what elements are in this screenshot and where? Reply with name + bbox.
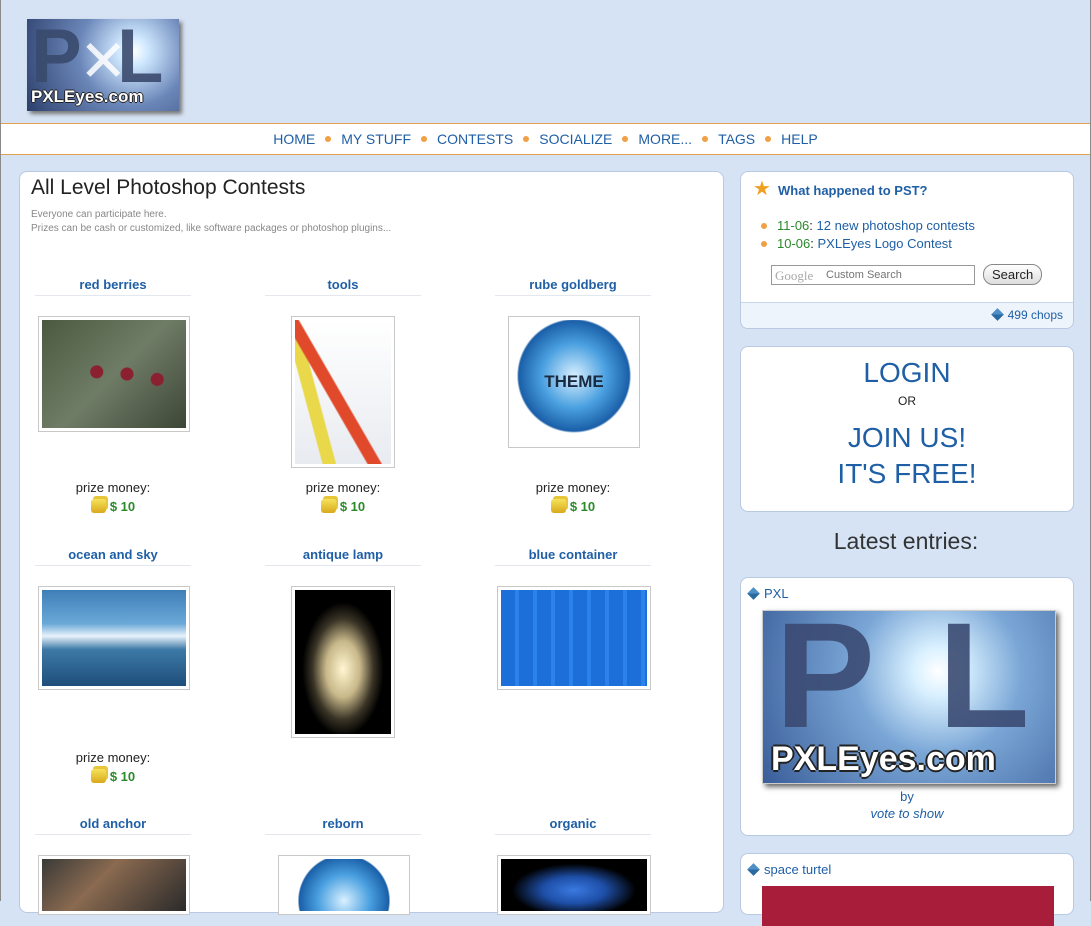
coins-icon bbox=[550, 499, 566, 513]
news-item: 11-06: 12 new photoshop contests bbox=[761, 217, 975, 235]
google-logo: Google bbox=[775, 267, 814, 283]
entry-image[interactable] bbox=[762, 886, 1054, 926]
pen-icon bbox=[747, 863, 760, 876]
news-link[interactable]: 12 new photoshop contests bbox=[817, 218, 975, 233]
pen-icon bbox=[990, 308, 1004, 321]
news-list: 11-06: 12 new photoshop contests 10-06: … bbox=[761, 217, 975, 253]
join-link[interactable]: JOIN US! bbox=[741, 420, 1073, 456]
news-link[interactable]: PXLEyes Logo Contest bbox=[818, 236, 952, 251]
page-title: All Level Photoshop Contests bbox=[31, 176, 306, 199]
prize-amount: $ 10 bbox=[339, 499, 366, 514]
or-text: OR bbox=[898, 394, 916, 408]
star-icon: ★ bbox=[753, 178, 771, 200]
chops-count: 499 chops bbox=[741, 302, 1073, 328]
search-button[interactable]: Search bbox=[983, 264, 1043, 285]
entry-title[interactable]: PXL bbox=[764, 586, 789, 601]
contests-panel: All Level Photoshop Contests Everyone ca… bbox=[19, 171, 724, 915]
contest-card: reborn bbox=[265, 816, 421, 835]
contest-title[interactable]: rube goldberg bbox=[495, 277, 651, 296]
join-free-link[interactable]: IT'S FREE! bbox=[741, 456, 1073, 492]
nav-socialize[interactable]: SOCIALIZE bbox=[529, 131, 622, 147]
prize-amount: $ 10 bbox=[569, 499, 596, 514]
contest-card: ocean and sky bbox=[35, 547, 191, 566]
prize-amount: $ 10 bbox=[109, 499, 136, 514]
entry-title[interactable]: space turtel bbox=[764, 862, 831, 877]
contest-thumbnail[interactable] bbox=[497, 586, 651, 690]
contest-thumbnail[interactable] bbox=[38, 586, 190, 690]
contest-title[interactable]: organic bbox=[495, 816, 651, 835]
site-logo[interactable]: P ✕ L PXLEyes.com bbox=[27, 19, 179, 111]
prize-amount: $ 10 bbox=[109, 769, 136, 784]
pst-link[interactable]: What happened to PST? bbox=[778, 183, 928, 198]
prize-info: prize money: $ 10 bbox=[305, 480, 381, 514]
contest-thumbnail[interactable] bbox=[497, 855, 651, 915]
contest-thumbnail[interactable]: THEME bbox=[508, 316, 640, 448]
contest-card: red berries bbox=[35, 277, 191, 296]
contest-thumbnail[interactable] bbox=[278, 855, 410, 915]
page-description: Everyone can participate here. Prizes ca… bbox=[31, 209, 392, 234]
contest-thumbnail[interactable] bbox=[38, 855, 190, 915]
pst-box: ★ What happened to PST? 11-06: 12 new ph… bbox=[740, 171, 1074, 329]
entry-image[interactable]: P L PXLEyes.com bbox=[762, 610, 1056, 784]
coins-icon bbox=[90, 499, 106, 513]
search-form: Google Search bbox=[771, 264, 1043, 285]
contest-card: organic bbox=[495, 816, 651, 835]
entry-card: space turtel bbox=[740, 853, 1074, 926]
header: P ✕ L PXLEyes.com bbox=[1, 0, 1090, 123]
nav-contests[interactable]: CONTESTS bbox=[427, 131, 523, 147]
contest-thumbnail[interactable] bbox=[291, 586, 395, 738]
contest-thumbnail[interactable] bbox=[291, 316, 395, 468]
entry-card: PXL P L PXLEyes.com by vote to show bbox=[740, 577, 1074, 836]
entry-author: by bbox=[900, 789, 914, 804]
contest-title[interactable]: reborn bbox=[265, 816, 421, 835]
contest-title[interactable]: old anchor bbox=[35, 816, 191, 835]
contest-title[interactable]: ocean and sky bbox=[35, 547, 191, 566]
contest-card: antique lamp bbox=[265, 547, 421, 566]
contest-title[interactable]: tools bbox=[265, 277, 421, 296]
contest-card: blue container bbox=[495, 547, 651, 566]
nav-more[interactable]: MORE... bbox=[628, 131, 702, 147]
contest-title[interactable]: red berries bbox=[35, 277, 191, 296]
nav-tags[interactable]: TAGS bbox=[708, 131, 765, 147]
news-item: 10-06: PXLEyes Logo Contest bbox=[761, 235, 975, 253]
nav-my-stuff[interactable]: MY STUFF bbox=[331, 131, 421, 147]
pen-icon bbox=[747, 587, 760, 600]
vote-link[interactable]: vote to show bbox=[741, 806, 1073, 821]
prize-info: prize money: $ 10 bbox=[75, 480, 151, 514]
contest-title[interactable]: antique lamp bbox=[265, 547, 421, 566]
nav-home[interactable]: HOME bbox=[263, 131, 325, 147]
contest-title[interactable]: blue container bbox=[495, 547, 651, 566]
coins-icon bbox=[90, 769, 106, 783]
contest-thumbnail[interactable] bbox=[38, 316, 190, 432]
contest-card: rube goldberg bbox=[495, 277, 651, 296]
latest-entries-heading: Latest entries: bbox=[833, 528, 979, 554]
logo-text: PXLEyes.com bbox=[31, 87, 144, 106]
contest-card: tools bbox=[265, 277, 421, 296]
coins-icon bbox=[320, 499, 336, 513]
prize-info: prize money: $ 10 bbox=[75, 750, 151, 784]
nav-help[interactable]: HELP bbox=[771, 131, 828, 147]
login-link[interactable]: LOGIN bbox=[741, 355, 1073, 391]
prize-info: prize money: $ 10 bbox=[535, 480, 611, 514]
login-box: LOGIN OR JOIN US! IT'S FREE! bbox=[740, 346, 1074, 512]
contest-card: old anchor bbox=[35, 816, 191, 835]
main-nav: HOME MY STUFF CONTESTS SOCIALIZE MORE...… bbox=[1, 123, 1090, 155]
